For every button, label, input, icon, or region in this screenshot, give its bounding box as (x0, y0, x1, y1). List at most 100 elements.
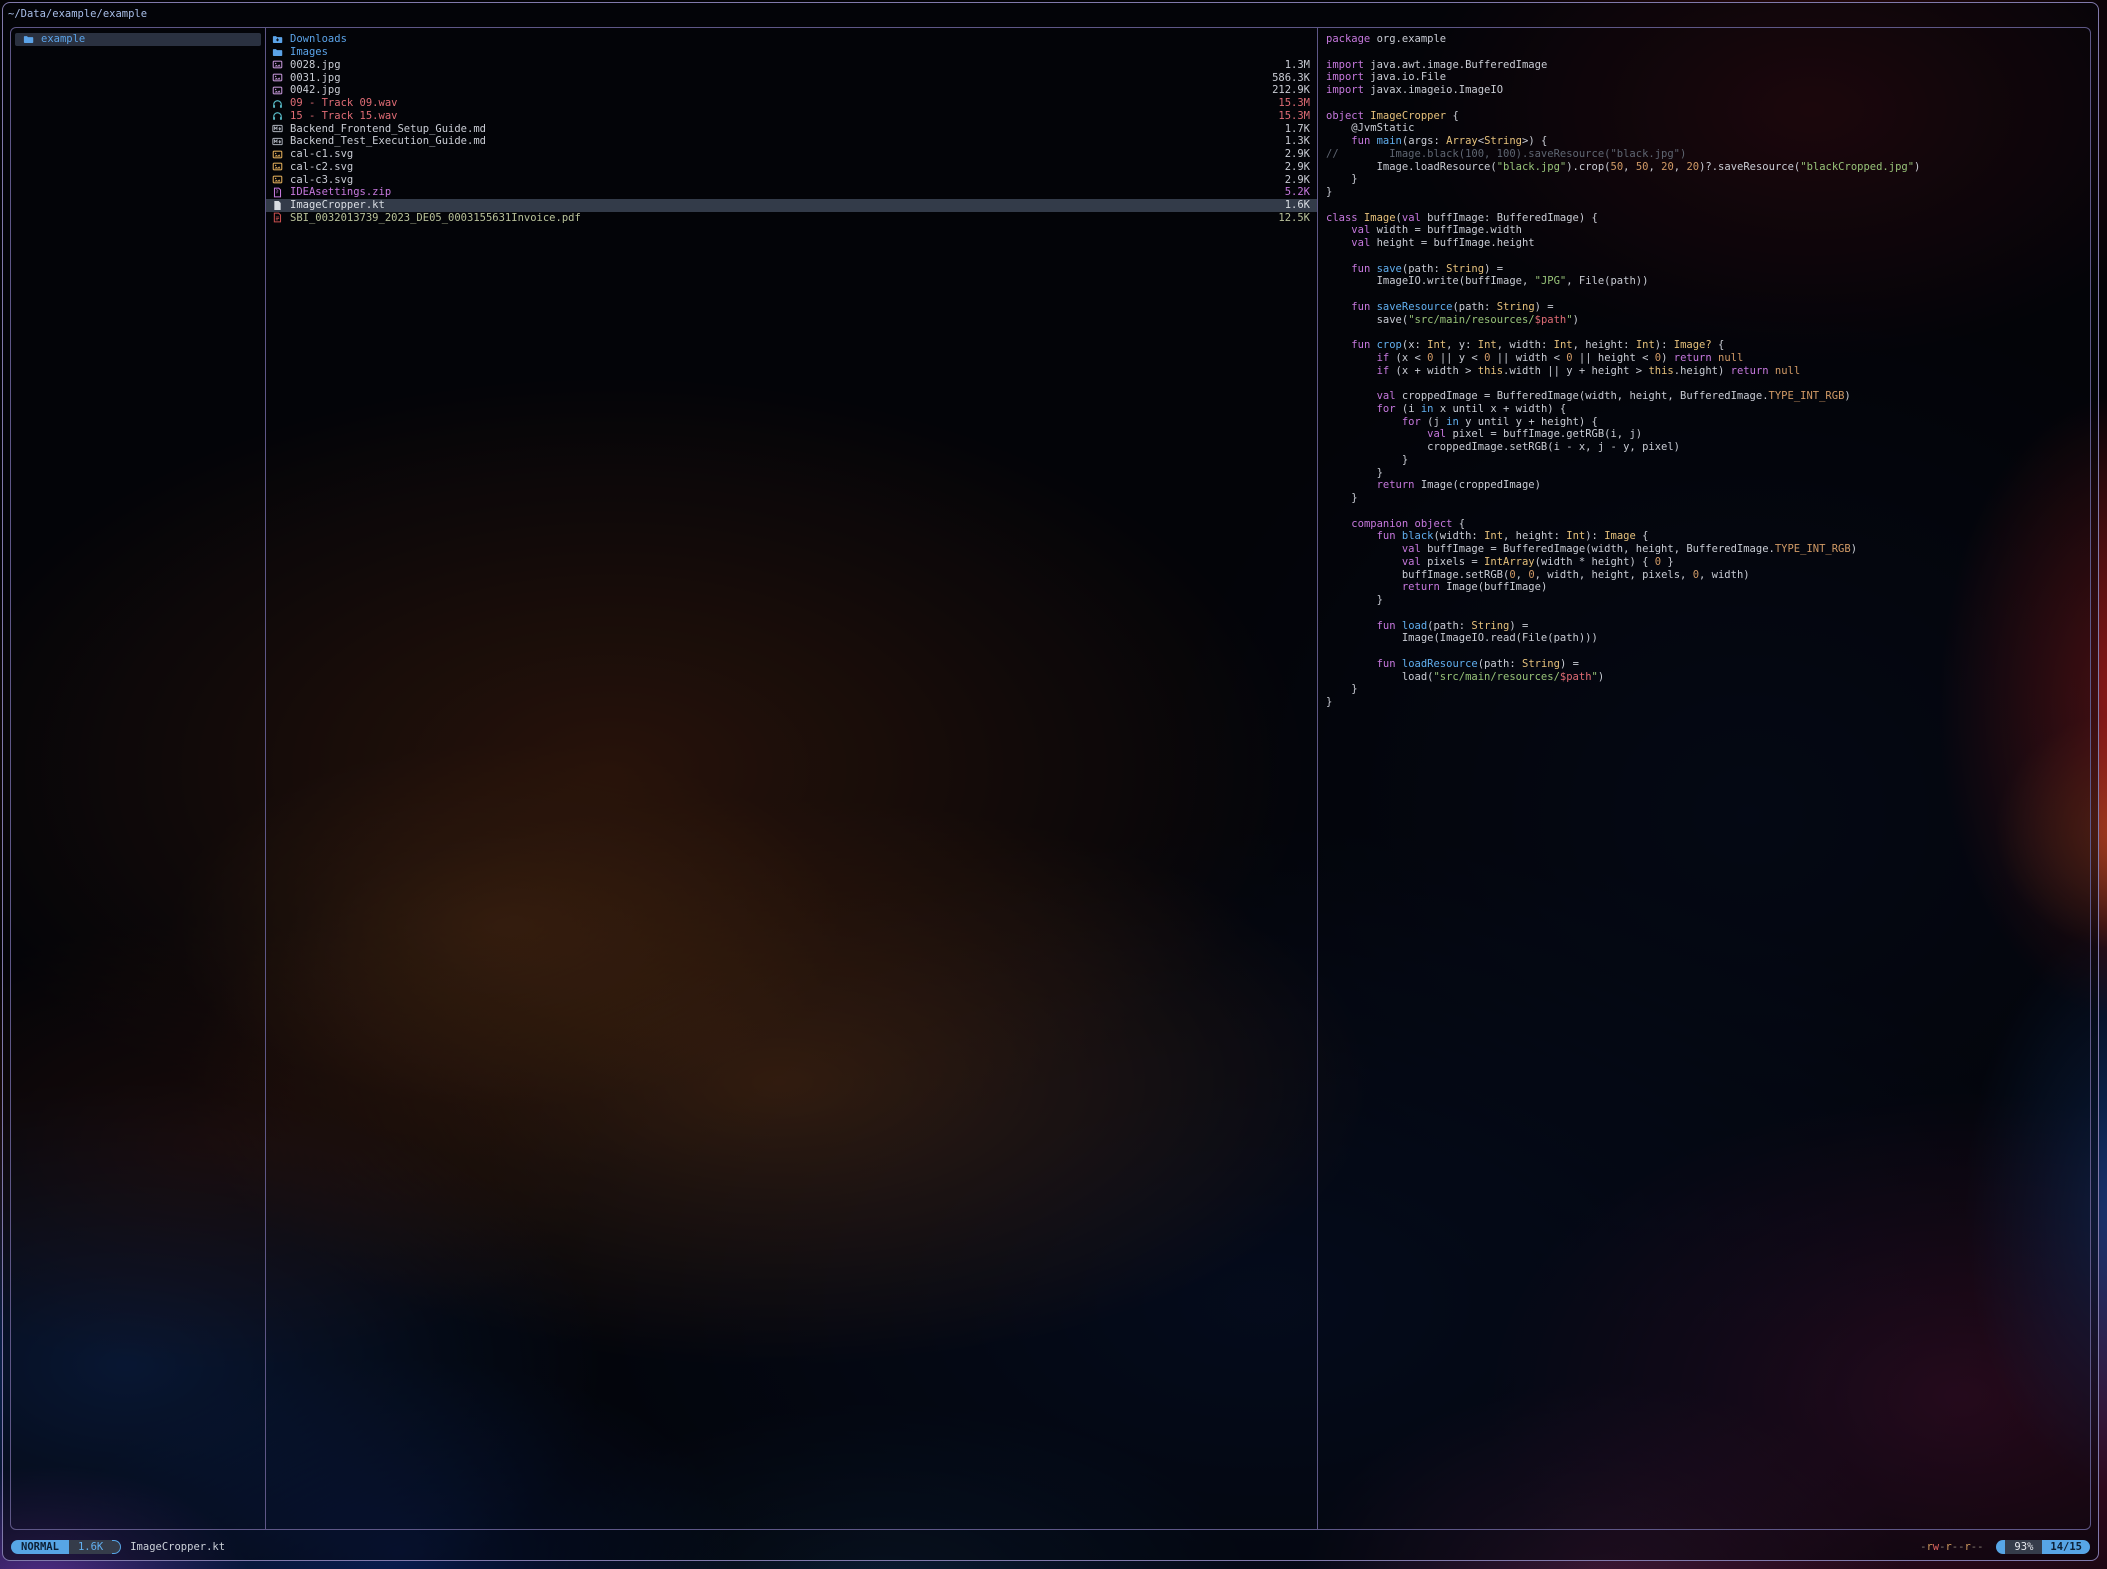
image-icon (272, 149, 283, 160)
parent-pane: example (11, 28, 266, 1529)
status-right-group: -rw-r--r-- 93% 14/15 (1920, 1540, 2090, 1554)
code-line: for (i in x until x + width) { (1326, 403, 2090, 416)
file-size: 15.3M (1268, 97, 1310, 109)
current-pane-list: DownloadsImages0028.jpg1.3M0031.jpg 586.3… (266, 33, 1317, 224)
file-name: 0028.jpg (290, 59, 341, 71)
file-row[interactable]: IDEAsettings.zip5.2K (266, 186, 1317, 199)
file-permissions: -rw-r--r-- (1920, 1541, 1983, 1553)
file-row[interactable]: Images (266, 46, 1317, 59)
file-row[interactable]: SBI_0032013739_2023_DE05_0003155631Invoi… (266, 212, 1317, 225)
file-size: 1.7K (1275, 123, 1310, 135)
file-row[interactable]: 0042.jpg212.9K (266, 84, 1317, 97)
zip-icon (272, 187, 283, 198)
file-row[interactable]: 09 - Track 09.wav 15.3M (266, 97, 1317, 110)
file-row[interactable]: ImageCropper.kt 1.6K (266, 199, 1317, 212)
code-line: @JvmStatic (1326, 122, 2090, 135)
code-line: return Image(croppedImage) (1326, 479, 2090, 492)
file-size: 2.9K (1275, 161, 1310, 173)
code-line: fun saveResource(path: String) = (1326, 301, 2090, 314)
mode-pill: NORMAL 1.6K (11, 1540, 121, 1554)
code-line: return Image(buffImage) (1326, 581, 2090, 594)
file-name: Images (290, 46, 328, 58)
code-line: } (1326, 696, 2090, 709)
status-bar: NORMAL 1.6K ImageCropper.kt -rw-r--r-- 9… (11, 1540, 2090, 1554)
code-line: val croppedImage = BufferedImage(width, … (1326, 390, 2090, 403)
code-line (1326, 97, 2090, 110)
code-line (1326, 288, 2090, 301)
code-line: Image.loadResource("black.jpg").crop(50,… (1326, 161, 2090, 174)
parent-pane-list: example (15, 33, 261, 46)
code-line: } (1326, 492, 2090, 505)
code-line (1326, 505, 2090, 518)
folder-download-icon (272, 34, 283, 45)
file-name: 0031.jpg (290, 72, 341, 84)
code-line: object ImageCropper { (1326, 110, 2090, 123)
file-name: 09 - Track 09.wav (290, 97, 397, 109)
file-row[interactable]: Backend_Frontend_Setup_Guide.md1.7K (266, 122, 1317, 135)
preview-pane[interactable]: package org.example import java.awt.image… (1318, 28, 2090, 1529)
code-line: val buffImage = BufferedImage(width, hei… (1326, 543, 2090, 556)
code-line (1326, 199, 2090, 212)
code-line (1326, 607, 2090, 620)
code-line: package org.example (1326, 33, 2090, 46)
file-size: 586.3K (1262, 72, 1310, 84)
code-line: val width = buffImage.width (1326, 224, 2090, 237)
file-row[interactable]: cal-c1.svg 2.9K (266, 148, 1317, 161)
code-line: load("src/main/resources/$path") (1326, 671, 2090, 684)
code-line: for (j in y until y + height) { (1326, 416, 2090, 429)
file-row[interactable]: 0028.jpg1.3M (266, 59, 1317, 72)
code-line: } (1326, 186, 2090, 199)
markdown-icon (272, 123, 283, 134)
selected-file-size: 1.6K (69, 1540, 112, 1554)
folder-icon (23, 34, 34, 45)
cursor-position: 14/15 (2042, 1540, 2090, 1554)
file-row[interactable]: Downloads (266, 33, 1317, 46)
code-line: val pixel = buffImage.getRGB(i, j) (1326, 428, 2090, 441)
markdown-icon (272, 136, 283, 147)
position-pill: 93% 14/15 (1996, 1540, 2090, 1554)
file-row[interactable]: cal-c2.svg2.9K (266, 161, 1317, 174)
code-line: import javax.imageio.ImageIO (1326, 84, 2090, 97)
code-line: } (1326, 173, 2090, 186)
scroll-percent: 93% (2005, 1540, 2042, 1554)
code-line: } (1326, 594, 2090, 607)
file-icon (272, 200, 283, 211)
code-line: buffImage.setRGB(0, 0, width, height, pi… (1326, 569, 2090, 582)
file-size: 1.3K (1275, 135, 1310, 147)
image-icon (272, 161, 283, 172)
code-line (1326, 46, 2090, 59)
file-name: cal-c3.svg (290, 174, 353, 186)
file-size: 212.9K (1262, 84, 1310, 96)
file-size: 15.3M (1268, 110, 1310, 122)
file-size: 1.6K (1275, 199, 1310, 211)
code-line: fun load(path: String) = (1326, 620, 2090, 633)
folder-icon (272, 47, 283, 58)
file-size: 2.9K (1275, 148, 1310, 160)
preview-code: package org.example import java.awt.image… (1326, 33, 2090, 709)
code-line: // Image.black(100, 100).saveResource("b… (1326, 148, 2090, 161)
pill-cap (112, 1540, 121, 1554)
file-name: SBI_0032013739_2023_DE05_0003155631Invoi… (290, 212, 581, 224)
code-line: if (x + width > this.width || y + height… (1326, 365, 2090, 378)
code-line (1326, 326, 2090, 339)
code-line: fun loadResource(path: String) = (1326, 658, 2090, 671)
code-line: val pixels = IntArray(width * height) { … (1326, 556, 2090, 569)
file-size: 5.2K (1275, 186, 1310, 198)
file-row[interactable]: example (15, 33, 261, 46)
file-row[interactable]: 15 - Track 15.wav15.3M (266, 110, 1317, 123)
code-line: croppedImage.setRGB(i - x, j - y, pixel) (1326, 441, 2090, 454)
file-name: ImageCropper.kt (290, 199, 385, 211)
image-icon (272, 72, 283, 83)
file-name: example (41, 33, 85, 45)
file-row[interactable]: cal-c3.svg2.9K (266, 173, 1317, 186)
code-line: ImageIO.write(buffImage, "JPG", File(pat… (1326, 275, 2090, 288)
code-line: import java.awt.image.BufferedImage (1326, 59, 2090, 72)
file-name: cal-c1.svg (290, 148, 353, 160)
code-line (1326, 645, 2090, 658)
mode-indicator: NORMAL (11, 1540, 69, 1554)
file-name: Backend_Test_Execution_Guide.md (290, 135, 486, 147)
file-row[interactable]: 0031.jpg 586.3K (266, 71, 1317, 84)
code-line: save("src/main/resources/$path") (1326, 314, 2090, 327)
terminal-window: ~/Data/example/example example Downloads… (2, 2, 2099, 1561)
file-row[interactable]: Backend_Test_Execution_Guide.md 1.3K (266, 135, 1317, 148)
